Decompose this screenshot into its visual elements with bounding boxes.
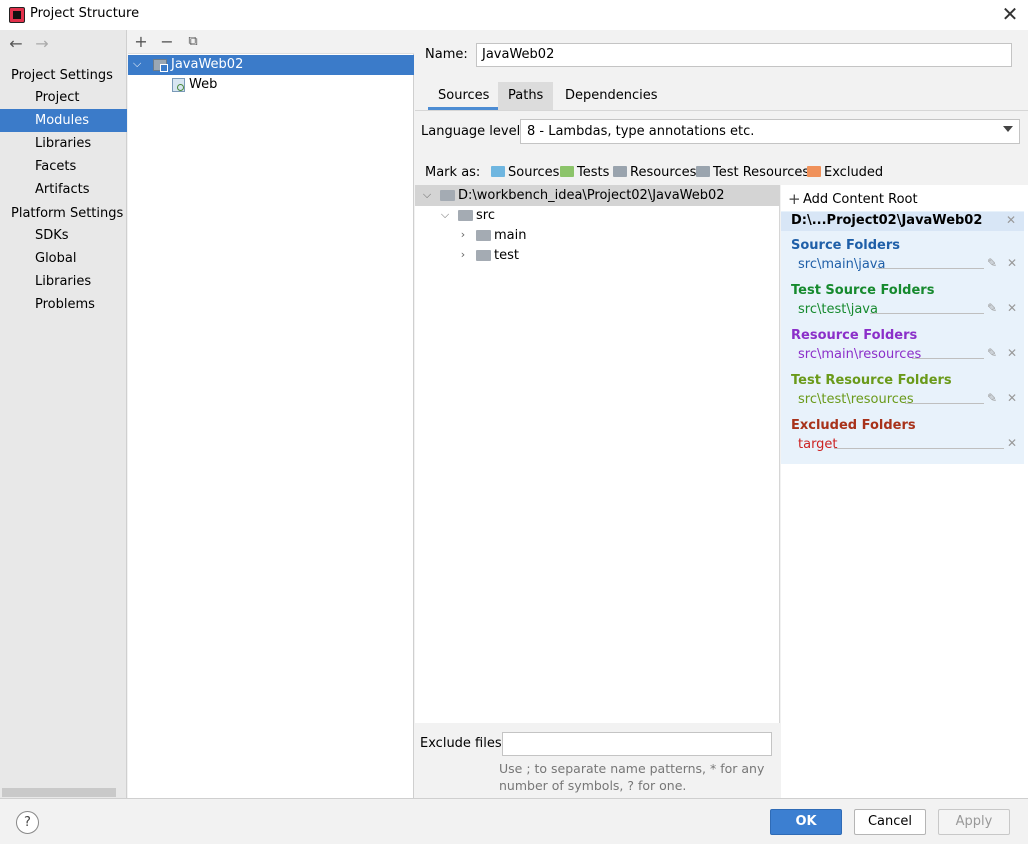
project-settings-heading: Project Settings	[11, 68, 113, 83]
tab-sources[interactable]: Sources	[428, 82, 500, 110]
module-folder-icon	[153, 59, 168, 72]
dropdown-arrow-icon[interactable]	[1003, 126, 1013, 132]
intellij-app-icon	[9, 7, 25, 23]
mark-sources-button[interactable]: Sources	[508, 165, 559, 180]
remove-icon[interactable]: −	[157, 32, 177, 52]
chevron-down-icon[interactable]: ⌵	[439, 208, 451, 222]
add-content-root-button[interactable]: Add Content Root	[803, 192, 918, 207]
excluded-folder-path: target	[798, 437, 838, 452]
sidebar-scrollbar[interactable]	[2, 788, 116, 797]
sidebar-item-project[interactable]: Project	[0, 86, 127, 109]
remove-icon[interactable]: ✕	[1007, 391, 1017, 405]
resources-folder-icon[interactable]	[613, 166, 627, 177]
remove-root-icon[interactable]: ✕	[1006, 213, 1016, 227]
sidebar-item-libraries[interactable]: Libraries	[0, 132, 127, 155]
remove-icon[interactable]: ✕	[1007, 301, 1017, 315]
remove-icon[interactable]: ✕	[1007, 436, 1017, 450]
chevron-right-icon[interactable]: ›	[457, 248, 469, 261]
language-level-select[interactable]: 8 - Lambdas, type annotations etc.	[520, 119, 1020, 144]
chevron-down-icon[interactable]: ⌵	[133, 57, 141, 71]
sidebar-item-facets[interactable]: Facets	[0, 155, 127, 178]
add-icon[interactable]: +	[788, 190, 801, 208]
test-resource-folder-path: src\test\resources	[798, 392, 914, 407]
name-label: Name:	[425, 47, 468, 62]
web-facet-label[interactable]: Web	[189, 77, 217, 92]
test-resource-folders-title: Test Resource Folders	[791, 373, 952, 388]
copy-icon[interactable]: ⧉	[183, 32, 203, 52]
content-root-path: D:\...Project02\JavaWeb02	[791, 213, 983, 228]
help-button[interactable]: ?	[16, 811, 39, 834]
tree-item-main[interactable]: main	[494, 228, 526, 243]
apply-button[interactable]: Apply	[938, 809, 1010, 835]
test-source-folder-path: src\test\java	[798, 302, 878, 317]
resource-folders-title: Resource Folders	[791, 328, 918, 343]
folder-icon	[458, 210, 473, 221]
divider	[912, 358, 984, 359]
mark-tests-button[interactable]: Tests	[577, 165, 609, 180]
web-facet-icon	[172, 78, 185, 92]
mark-test-resources-button[interactable]: Test Resources	[713, 165, 809, 180]
excluded-folders-title: Excluded Folders	[791, 418, 916, 433]
divider	[834, 448, 1004, 449]
forward-arrow-icon[interactable]: →	[32, 34, 52, 54]
back-arrow-icon[interactable]: ←	[6, 34, 26, 54]
edit-icon[interactable]: ✎	[987, 256, 997, 270]
module-list-panel	[128, 30, 414, 798]
chevron-down-icon[interactable]: ⌵	[421, 188, 433, 202]
sidebar-item-modules[interactable]: Modules	[0, 109, 127, 132]
sources-folder-icon[interactable]	[491, 166, 505, 177]
mark-resources-button[interactable]: Resources	[630, 165, 696, 180]
exclude-files-hint: Use ; to separate name patterns, * for a…	[499, 761, 765, 793]
tests-folder-icon[interactable]	[560, 166, 574, 177]
exclude-files-label: Exclude files:	[420, 736, 507, 751]
tree-item-test[interactable]: test	[494, 248, 519, 263]
folder-icon	[476, 250, 491, 261]
add-icon[interactable]: +	[131, 32, 151, 52]
exclude-files-input[interactable]	[502, 732, 772, 756]
platform-settings-heading: Platform Settings	[11, 206, 124, 221]
source-folder-path: src\main\java	[798, 257, 886, 272]
divider	[870, 313, 984, 314]
tab-divider	[415, 110, 1028, 111]
sidebar-item-artifacts[interactable]: Artifacts	[0, 178, 127, 201]
test-resources-folder-icon[interactable]	[696, 166, 710, 177]
tab-paths[interactable]: Paths	[498, 82, 554, 110]
source-tree	[415, 185, 780, 723]
folder-icon	[476, 230, 491, 241]
tree-item-src[interactable]: src	[476, 208, 495, 223]
edit-icon[interactable]: ✎	[987, 346, 997, 360]
module-name-input[interactable]: JavaWeb02	[476, 43, 1012, 67]
remove-icon[interactable]: ✕	[1007, 256, 1017, 270]
title-bar	[0, 0, 1028, 30]
tab-dependencies[interactable]: Dependencies	[555, 82, 668, 110]
mark-excluded-button[interactable]: Excluded	[824, 165, 883, 180]
edit-icon[interactable]: ✎	[987, 391, 997, 405]
divider	[905, 403, 984, 404]
source-folders-title: Source Folders	[791, 238, 901, 253]
edit-icon[interactable]: ✎	[987, 301, 997, 315]
resource-folder-path: src\main\resources	[798, 347, 922, 362]
excluded-folder-icon[interactable]	[807, 166, 821, 177]
tree-root-label: D:\workbench_idea\Project02\JavaWeb02	[458, 188, 725, 203]
sidebar-item-global-libraries[interactable]: Global Libraries	[0, 247, 127, 289]
divider	[876, 268, 984, 269]
chevron-right-icon[interactable]: ›	[457, 228, 469, 241]
sidebar-item-sdks[interactable]: SDKs	[0, 224, 127, 247]
cancel-button[interactable]: Cancel	[854, 809, 926, 835]
window-title: Project Structure	[30, 6, 140, 21]
ok-button[interactable]: OK	[770, 809, 842, 835]
close-icon[interactable]: ✕	[998, 2, 1022, 26]
module-label: JavaWeb02	[171, 57, 244, 72]
folder-icon	[440, 190, 455, 201]
mark-as-label: Mark as:	[425, 165, 481, 180]
language-level-label: Language level:	[421, 124, 525, 139]
remove-icon[interactable]: ✕	[1007, 346, 1017, 360]
sidebar-item-problems[interactable]: Problems	[0, 293, 127, 316]
test-source-folders-title: Test Source Folders	[791, 283, 935, 298]
